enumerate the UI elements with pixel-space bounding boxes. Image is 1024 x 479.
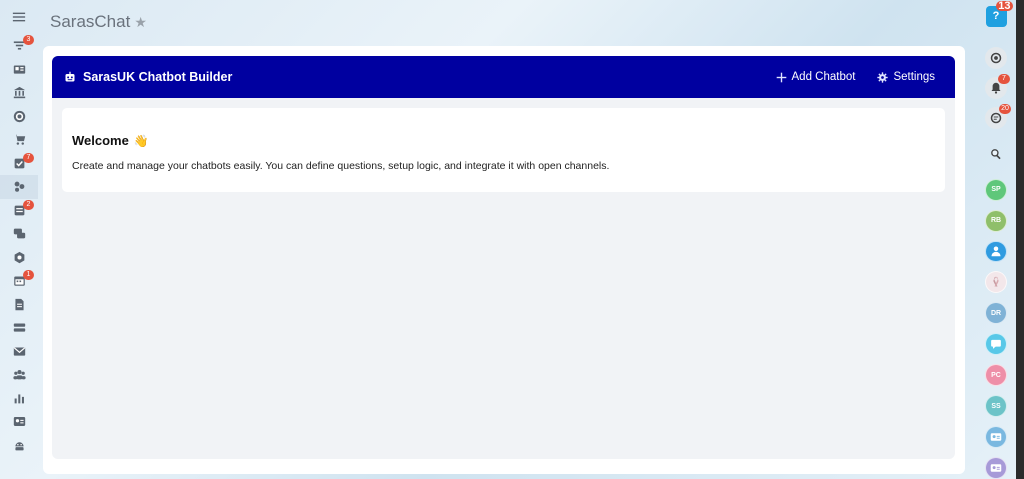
avatar-pc[interactable]: PC: [985, 364, 1007, 387]
inbox-icon[interactable]: 2: [0, 199, 38, 223]
activity-button[interactable]: [985, 46, 1007, 69]
builder-title: SarasUK Chatbot Builder: [64, 70, 232, 84]
bank-icon[interactable]: [0, 81, 38, 105]
app-title-text: SarasChat: [50, 12, 131, 31]
avatar-sp[interactable]: SP: [985, 178, 1007, 201]
welcome-title-text: Welcome: [72, 133, 129, 148]
main-card: SarasUK Chatbot Builder Add Chatbot Sett…: [43, 46, 965, 474]
add-chatbot-button[interactable]: Add Chatbot: [776, 71, 856, 83]
add-chatbot-label: Add Chatbot: [791, 71, 856, 83]
filter-icon[interactable]: 3: [0, 34, 38, 58]
cart-icon[interactable]: [0, 128, 38, 152]
avatar-user-photo[interactable]: [985, 240, 1007, 263]
notifications-button[interactable]: 7: [985, 73, 1010, 99]
avatar-chat[interactable]: [985, 333, 1007, 356]
reports-icon[interactable]: [0, 387, 38, 411]
notifications-badge: 7: [998, 73, 1010, 84]
chatbot-builder: SarasUK Chatbot Builder Add Chatbot Sett…: [52, 56, 955, 459]
welcome-title: Welcome 👋: [72, 133, 935, 148]
chats-badge: 20: [999, 103, 1011, 114]
menu-icon[interactable]: [0, 0, 38, 34]
team-icon[interactable]: [0, 363, 38, 387]
contacts-icon[interactable]: [0, 58, 38, 82]
avatar-card-1[interactable]: [985, 426, 1007, 449]
avatar-dr[interactable]: DR: [985, 302, 1007, 325]
help-button[interactable]: ? 13: [985, 1, 1013, 27]
robot-icon: [65, 71, 75, 82]
inbox-badge: 2: [23, 199, 34, 210]
search-button[interactable]: [985, 143, 1007, 165]
mail-icon[interactable]: [0, 340, 38, 364]
gear-icon: [877, 71, 889, 83]
storage-icon[interactable]: [0, 316, 38, 340]
builder-title-text: SarasUK Chatbot Builder: [83, 70, 233, 84]
ribbon-icon: [993, 277, 999, 287]
settings-label: Settings: [893, 71, 935, 83]
welcome-description: Create and manage your chatbots easily. …: [72, 160, 610, 172]
chat-bubbles-icon[interactable]: [0, 222, 38, 246]
search-icon: [991, 148, 1001, 159]
avatar-ribbon[interactable]: [985, 271, 1007, 294]
avatar-rb[interactable]: RB: [985, 209, 1007, 232]
help-badge: 13: [996, 0, 1013, 12]
app-title: SarasChat ★: [50, 12, 147, 32]
filter-badge: 3: [23, 35, 34, 45]
plus-icon: [776, 72, 786, 82]
left-sidebar: 3 7 2 1: [0, 0, 38, 479]
chat-icon: [990, 112, 1002, 123]
star-icon[interactable]: ★: [134, 14, 147, 31]
builder-actions: Add Chatbot Settings: [776, 71, 935, 83]
waving-hand-icon: 👋: [133, 133, 149, 148]
tasks-badge: 7: [23, 152, 34, 163]
window-edge: [1016, 0, 1024, 479]
android-icon[interactable]: [0, 434, 38, 458]
welcome-card: Welcome 👋 Create and manage your chatbot…: [62, 108, 945, 192]
document-icon[interactable]: [0, 293, 38, 317]
target-icon[interactable]: [0, 105, 38, 129]
hexagon-icon[interactable]: [0, 246, 38, 270]
calendar-icon[interactable]: 1: [0, 269, 38, 293]
message-icon: [991, 340, 1001, 350]
tasks-icon[interactable]: 7: [0, 152, 38, 176]
settings-button[interactable]: Settings: [877, 71, 935, 83]
avatar-card-2[interactable]: [985, 457, 1007, 479]
integrations-icon[interactable]: [0, 175, 38, 199]
user-icon: [991, 246, 1001, 257]
contact-card-icon[interactable]: [0, 410, 38, 434]
avatar-ss[interactable]: SS: [985, 395, 1007, 418]
calendar-badge: 1: [23, 270, 34, 280]
builder-header: SarasUK Chatbot Builder Add Chatbot Sett…: [52, 56, 955, 98]
right-sidebar: ? 13 7 20 SP RB DR PC SS: [977, 0, 1015, 479]
id-card-icon: [990, 433, 1002, 441]
chats-button[interactable]: 20: [985, 103, 1011, 129]
question-icon: ?: [992, 10, 1000, 23]
id-card-icon: [990, 464, 1002, 472]
at-sign-icon: [990, 52, 1002, 64]
